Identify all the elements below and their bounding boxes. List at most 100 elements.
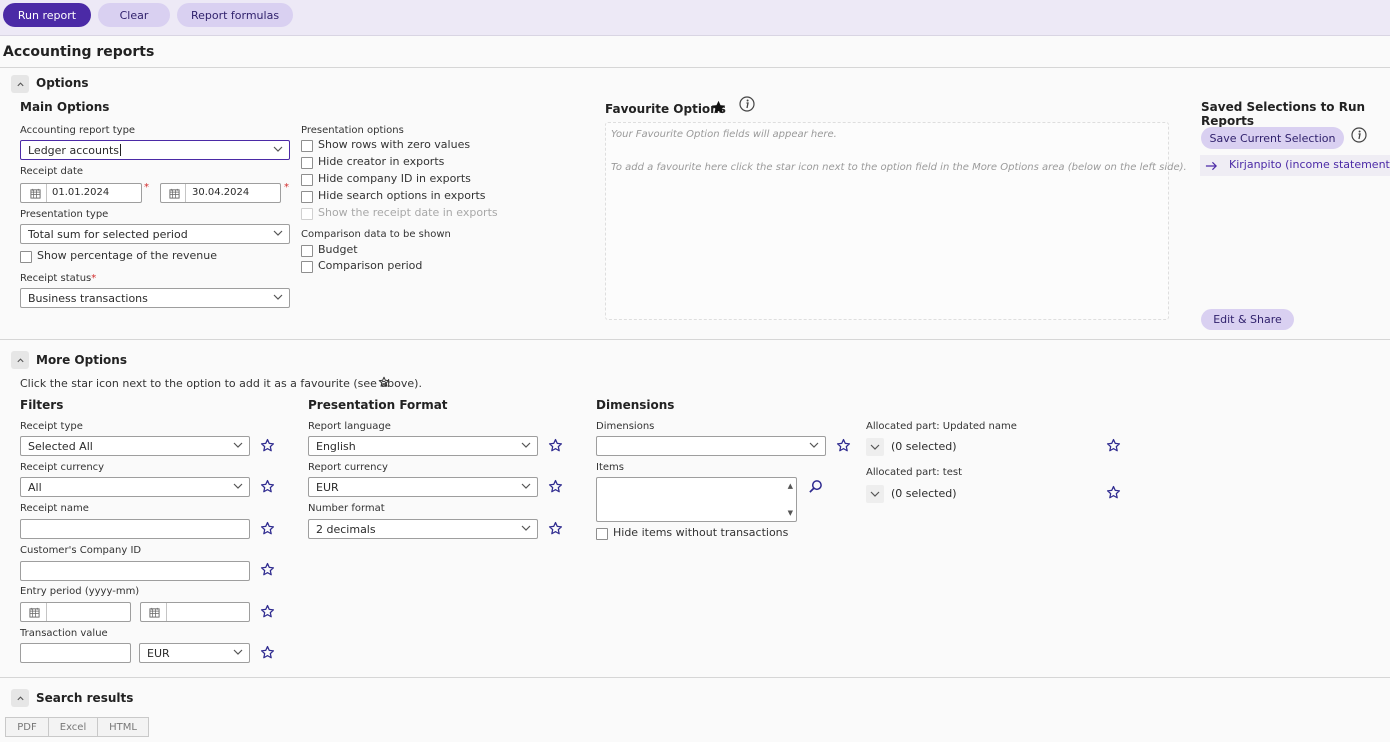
star-icon[interactable] — [548, 521, 563, 536]
scroll-up-arrow[interactable]: ▲ — [788, 482, 793, 490]
items-textarea[interactable]: ▲ ▼ — [596, 477, 797, 522]
save-current-selection-button[interactable]: Save Current Selection — [1201, 127, 1344, 149]
customer-company-id-input[interactable] — [20, 561, 250, 581]
date-from-input[interactable]: 01.01.2024 — [20, 183, 142, 203]
clear-button[interactable]: Clear — [98, 3, 170, 27]
dimensions-title: Dimensions — [596, 398, 675, 412]
star-icon[interactable] — [260, 604, 275, 619]
entry-period-from-input[interactable] — [20, 602, 131, 622]
presentation-type-select[interactable]: Total sum for selected period — [20, 224, 290, 244]
export-pdf-button[interactable]: PDF — [5, 717, 49, 737]
report-formulas-button[interactable]: Report formulas — [177, 3, 293, 27]
hide-items-checkbox[interactable] — [596, 528, 608, 540]
filters-title: Filters — [20, 398, 64, 412]
comparison-period-checkbox[interactable] — [301, 261, 313, 273]
items-label: Items — [596, 462, 624, 473]
hide-creator-checkbox[interactable] — [301, 157, 313, 169]
report-type-label: Accounting report type — [20, 125, 136, 136]
report-language-select[interactable]: English — [308, 436, 538, 456]
chevron-down-icon — [273, 292, 283, 302]
calendar-icon[interactable] — [30, 188, 41, 199]
run-report-button[interactable]: Run report — [3, 3, 91, 27]
number-format-select[interactable]: 2 decimals — [308, 519, 538, 539]
chevron-down-icon — [521, 481, 531, 491]
receipt-name-input[interactable] — [20, 519, 250, 539]
collapse-options-button[interactable] — [11, 75, 29, 93]
transaction-value-input[interactable] — [20, 643, 131, 663]
star-icon[interactable] — [1106, 485, 1121, 500]
receipt-status-select[interactable]: Business transactions — [20, 288, 290, 308]
star-icon — [378, 376, 390, 388]
transaction-currency-value: EUR — [147, 646, 170, 660]
page-title: Accounting reports — [3, 44, 155, 60]
chevron-down-icon — [809, 440, 819, 450]
receipt-date-label: Receipt date — [20, 166, 84, 177]
star-icon[interactable] — [260, 438, 275, 453]
budget-label: Budget — [318, 243, 358, 256]
star-icon[interactable] — [836, 438, 851, 453]
number-format-value: 2 decimals — [316, 522, 376, 536]
calendar-icon[interactable] — [169, 188, 180, 199]
budget-checkbox[interactable] — [301, 245, 313, 257]
expand-allocated-button[interactable] — [866, 485, 884, 503]
presentation-type-label: Presentation type — [20, 209, 109, 220]
collapse-search-results-button[interactable] — [11, 689, 29, 707]
hide-search-options-label: Hide search options in exports — [318, 189, 486, 202]
receipt-type-value: Selected All — [28, 439, 93, 453]
star-icon[interactable] — [260, 521, 275, 536]
receipt-currency-select[interactable]: All — [20, 477, 250, 497]
allocated-part-label: Allocated part: test — [866, 467, 963, 478]
info-icon[interactable] — [739, 96, 755, 112]
chevron-down-icon — [233, 647, 243, 657]
hide-company-id-checkbox[interactable] — [301, 174, 313, 186]
chevron-down-icon — [273, 144, 283, 154]
saved-selection-item[interactable]: Kirjanpito (income statement) — [1200, 155, 1390, 176]
star-icon[interactable] — [548, 438, 563, 453]
expand-allocated-button[interactable] — [866, 438, 884, 456]
calendar-icon[interactable] — [29, 607, 40, 618]
hide-search-options-checkbox[interactable] — [301, 191, 313, 203]
date-separator — [46, 603, 47, 621]
report-type-value: Ledger accounts — [28, 143, 120, 157]
dimensions-select[interactable] — [596, 436, 826, 456]
comparison-period-label: Comparison period — [318, 259, 423, 272]
chevron-down-icon — [233, 481, 243, 491]
star-icon[interactable] — [260, 479, 275, 494]
info-icon[interactable] — [1351, 127, 1367, 143]
report-type-select[interactable]: Ledger accounts — [20, 140, 290, 160]
required-mark: * — [91, 273, 97, 284]
receipt-status-label: Receipt status* — [20, 273, 96, 284]
star-icon[interactable] — [1106, 438, 1121, 453]
report-language-label: Report language — [308, 421, 391, 432]
star-icon[interactable] — [548, 479, 563, 494]
receipt-type-select[interactable]: Selected All — [20, 436, 250, 456]
zero-rows-checkbox[interactable] — [301, 140, 313, 152]
options-section-title: Options — [36, 76, 89, 90]
date-to-input[interactable]: 30.04.2024 — [160, 183, 281, 203]
hide-creator-label: Hide creator in exports — [318, 155, 445, 168]
chevron-down-icon — [521, 440, 531, 450]
star-icon[interactable] — [260, 645, 275, 660]
required-mark: * — [284, 182, 289, 193]
entry-period-label: Entry period (yyyy-mm) — [20, 586, 140, 597]
arrow-right-icon — [1205, 161, 1218, 171]
divider — [0, 339, 1390, 340]
report-currency-value: EUR — [316, 480, 339, 494]
collapse-more-options-button[interactable] — [11, 351, 29, 369]
date-to-value: 30.04.2024 — [192, 187, 250, 198]
search-icon[interactable] — [808, 479, 823, 494]
export-excel-button[interactable]: Excel — [48, 717, 98, 737]
edit-share-button[interactable]: Edit & Share — [1201, 309, 1294, 330]
more-options-section-title: More Options — [36, 353, 127, 367]
entry-period-to-input[interactable] — [140, 602, 250, 622]
report-currency-select[interactable]: EUR — [308, 477, 538, 497]
show-percentage-checkbox[interactable] — [20, 251, 32, 263]
export-html-button[interactable]: HTML — [97, 717, 149, 737]
star-filled-icon — [711, 100, 726, 115]
scroll-down-arrow[interactable]: ▼ — [788, 509, 793, 517]
star-icon[interactable] — [260, 562, 275, 577]
saved-selection-label: Kirjanpito (income statement) — [1229, 158, 1390, 171]
chevron-down-icon — [233, 440, 243, 450]
calendar-icon[interactable] — [149, 607, 160, 618]
transaction-currency-select[interactable]: EUR — [139, 643, 250, 663]
